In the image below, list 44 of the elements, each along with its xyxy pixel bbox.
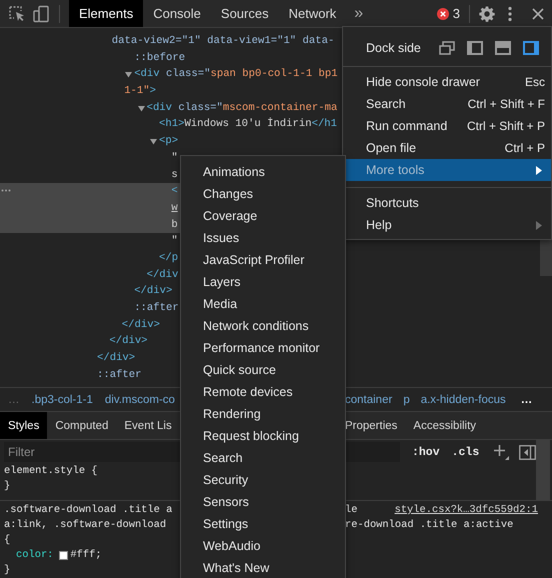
code-line: " [171, 234, 178, 250]
menu-item-label: Search [366, 97, 406, 111]
menu-item-label: Open file [366, 141, 416, 155]
code-line: </div> [109, 334, 148, 350]
code-line: b [171, 218, 178, 233]
css-brace: } [4, 479, 10, 494]
keyboard-shortcut: Esc [524, 75, 545, 89]
keyboard-shortcut: Ctrl + Shift + F [468, 97, 545, 111]
css-brace: } [4, 563, 10, 578]
keyboard-shortcut: Ctrl + P [504, 141, 545, 155]
css-selector: element.style { [4, 465, 98, 477]
menu-item-label: More tools [366, 163, 424, 177]
code-line: < [171, 184, 178, 200]
code-line: </p [159, 250, 178, 266]
keyboard-shortcut: Ctrl + Shift + P [466, 119, 545, 133]
css-selector: .software-download .title a [4, 504, 172, 516]
code-line: data-view2="1" data-view1="1" data- [112, 34, 334, 49]
code-line: ::before [134, 50, 186, 66]
css-brace: { [4, 533, 10, 548]
error-count: 3 [452, 6, 460, 21]
css-property: color: [16, 548, 54, 563]
menu-item-label: Shortcuts [366, 196, 419, 210]
css-selector: a:link, .software-download [4, 519, 166, 531]
menu-label: Dock side [366, 41, 421, 55]
code-line: </div> [134, 284, 172, 300]
code-line: <h1>Windows 10'u İndirin</h1 [159, 116, 338, 132]
menu-item-label: Help [366, 218, 392, 232]
code-line: <div class="mscom-container-ma [146, 100, 338, 116]
code-line: <p> [159, 134, 178, 150]
code-line: 1-1"> [124, 84, 156, 100]
code-line: w [171, 200, 178, 216]
menu-item-label: Run command [366, 119, 448, 133]
code-line: ::after [134, 301, 179, 316]
css-selector: le [345, 503, 358, 518]
code-line: ::after [97, 368, 142, 383]
code-line: </div> [97, 351, 136, 366]
code-line: " [171, 150, 178, 166]
css-value: #fff; [70, 548, 102, 563]
code-line: </div> [122, 318, 160, 333]
css-selector: re-download .title a:active [345, 518, 514, 533]
code-line: s [171, 168, 178, 182]
code-line: </div [146, 268, 178, 283]
code-line: <div class="span bp0-col-1-1 bp1 [134, 67, 338, 82]
menu-item-label: Hide console drawer [366, 75, 480, 89]
